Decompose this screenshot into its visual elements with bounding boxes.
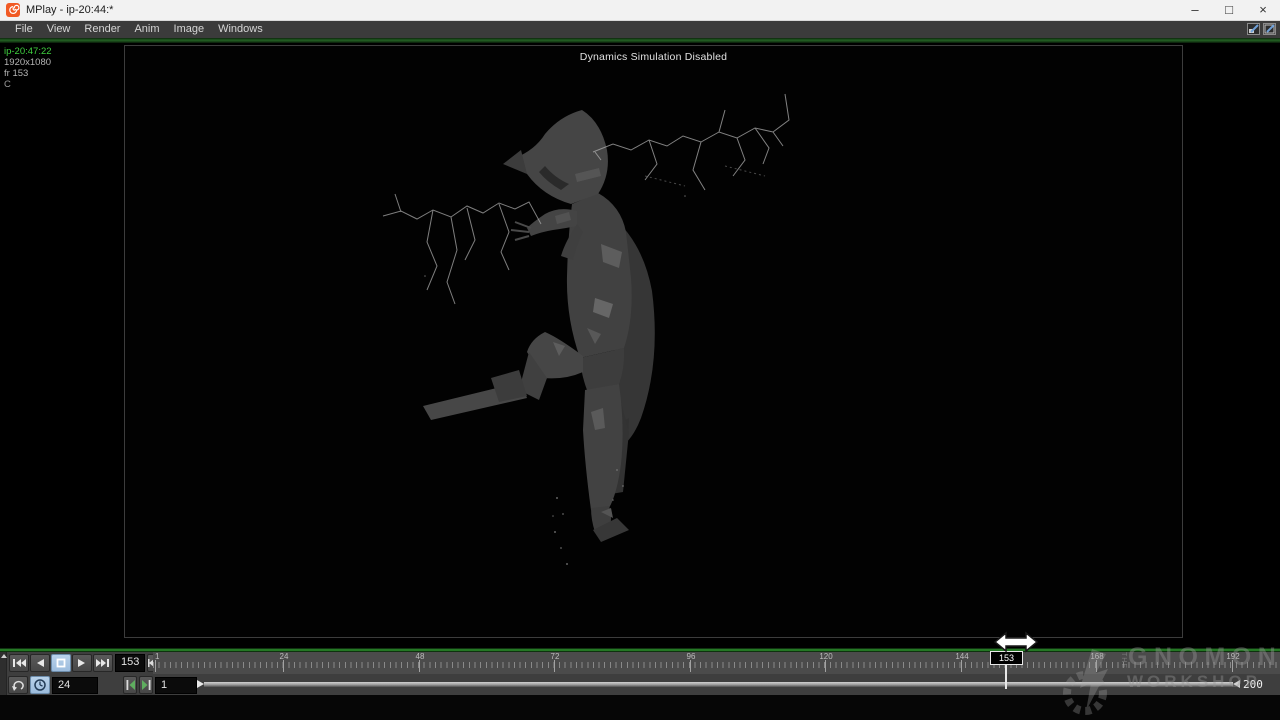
major-tick [1232, 660, 1233, 672]
fps-field[interactable]: 24 [52, 677, 98, 694]
play-reverse-icon [35, 658, 45, 668]
bottom-margin [0, 695, 1280, 720]
play-forward-button[interactable] [72, 654, 92, 672]
hud-plane-label: C [4, 79, 52, 90]
menu-render[interactable]: Render [77, 22, 127, 37]
major-tick [825, 660, 826, 672]
hud-frame-label: fr 153 [4, 68, 52, 79]
range-start-field[interactable]: 1 [155, 677, 197, 694]
jump-to-start-button[interactable] [9, 654, 29, 672]
image-viewport[interactable]: Dynamics Simulation Disabled [124, 45, 1183, 638]
menu-windows[interactable]: Windows [211, 22, 270, 37]
tick-label: 144 [955, 652, 968, 661]
houdini-logo-icon [6, 3, 20, 17]
current-frame-field[interactable]: 153 [115, 654, 145, 672]
timeline-minor-ticks [153, 662, 1280, 668]
title-bar: MPlay - ip-20:44:* – □ × [0, 0, 1280, 21]
close-button[interactable]: × [1246, 0, 1280, 21]
jump-to-end-button[interactable] [93, 654, 113, 672]
playhead-marker[interactable] [1005, 665, 1007, 689]
tick-label: 72 [551, 652, 560, 661]
tick-label: 48 [416, 652, 425, 661]
tick-label: 192 [1226, 652, 1239, 661]
major-tick [1096, 660, 1097, 672]
tick-label: 1 [155, 652, 159, 661]
major-tick [419, 660, 420, 672]
pane-edit-icon[interactable] [1263, 23, 1276, 35]
timeline-ruler[interactable]: 1 24 48 72 96 120 144 168 192 [153, 652, 1280, 674]
range-start-icon [126, 680, 135, 690]
realtime-playback-button[interactable] [30, 676, 50, 694]
range-slider-start-arrow[interactable] [197, 680, 204, 688]
menu-anim[interactable]: Anim [127, 22, 166, 37]
range-jump-end-button[interactable] [139, 676, 153, 694]
character-render [125, 46, 1182, 637]
menu-image[interactable]: Image [167, 22, 212, 37]
tick-label: 168 [1090, 652, 1103, 661]
viewport-message: Dynamics Simulation Disabled [125, 51, 1182, 63]
range-slider-end-arrow[interactable] [1233, 680, 1240, 688]
loop-mode-button[interactable] [8, 676, 28, 694]
range-slider[interactable] [204, 682, 1233, 687]
mplay-window: MPlay - ip-20:44:* – □ × File View Rende… [0, 0, 1280, 720]
minimize-button[interactable]: – [1178, 0, 1212, 21]
range-jump-start-button[interactable] [123, 676, 137, 694]
hud-session-label: ip-20:47:22 [4, 46, 52, 57]
resize-cursor-icon [992, 630, 1040, 654]
menu-file[interactable]: File [8, 22, 40, 37]
tick-label: 120 [819, 652, 832, 661]
clock-icon [34, 679, 46, 691]
tick-label: 24 [280, 652, 289, 661]
jump-end-icon [96, 658, 110, 668]
range-end-value[interactable]: 200 [1243, 678, 1263, 691]
maximize-button[interactable]: □ [1212, 0, 1246, 21]
major-tick [554, 660, 555, 672]
major-tick [961, 660, 962, 672]
loop-icon [12, 680, 25, 691]
play-reverse-button[interactable] [30, 654, 50, 672]
pane-float-icon[interactable] [1247, 23, 1260, 35]
jump-start-icon [12, 658, 26, 668]
menu-bar: File View Render Anim Image Windows [0, 21, 1280, 38]
play-forward-icon [77, 658, 87, 668]
major-tick [283, 660, 284, 672]
splitter-arrow-icon [1, 654, 7, 658]
hud-info: ip-20:47:22 1920x1080 fr 153 C [4, 46, 52, 90]
window-title: MPlay - ip-20:44:* [26, 4, 113, 16]
tick-label: 96 [687, 652, 696, 661]
menu-view[interactable]: View [40, 22, 78, 37]
stop-icon [56, 658, 66, 668]
pane-splitter[interactable] [0, 652, 7, 695]
hud-resolution-label: 1920x1080 [4, 57, 52, 68]
playback-bar: 153 1 24 48 72 96 120 144 [0, 652, 1280, 695]
major-tick [155, 660, 156, 672]
range-end-icon [142, 680, 151, 690]
memory-usage-bar [0, 38, 1280, 43]
major-tick [690, 660, 691, 672]
stop-button[interactable] [51, 654, 71, 672]
